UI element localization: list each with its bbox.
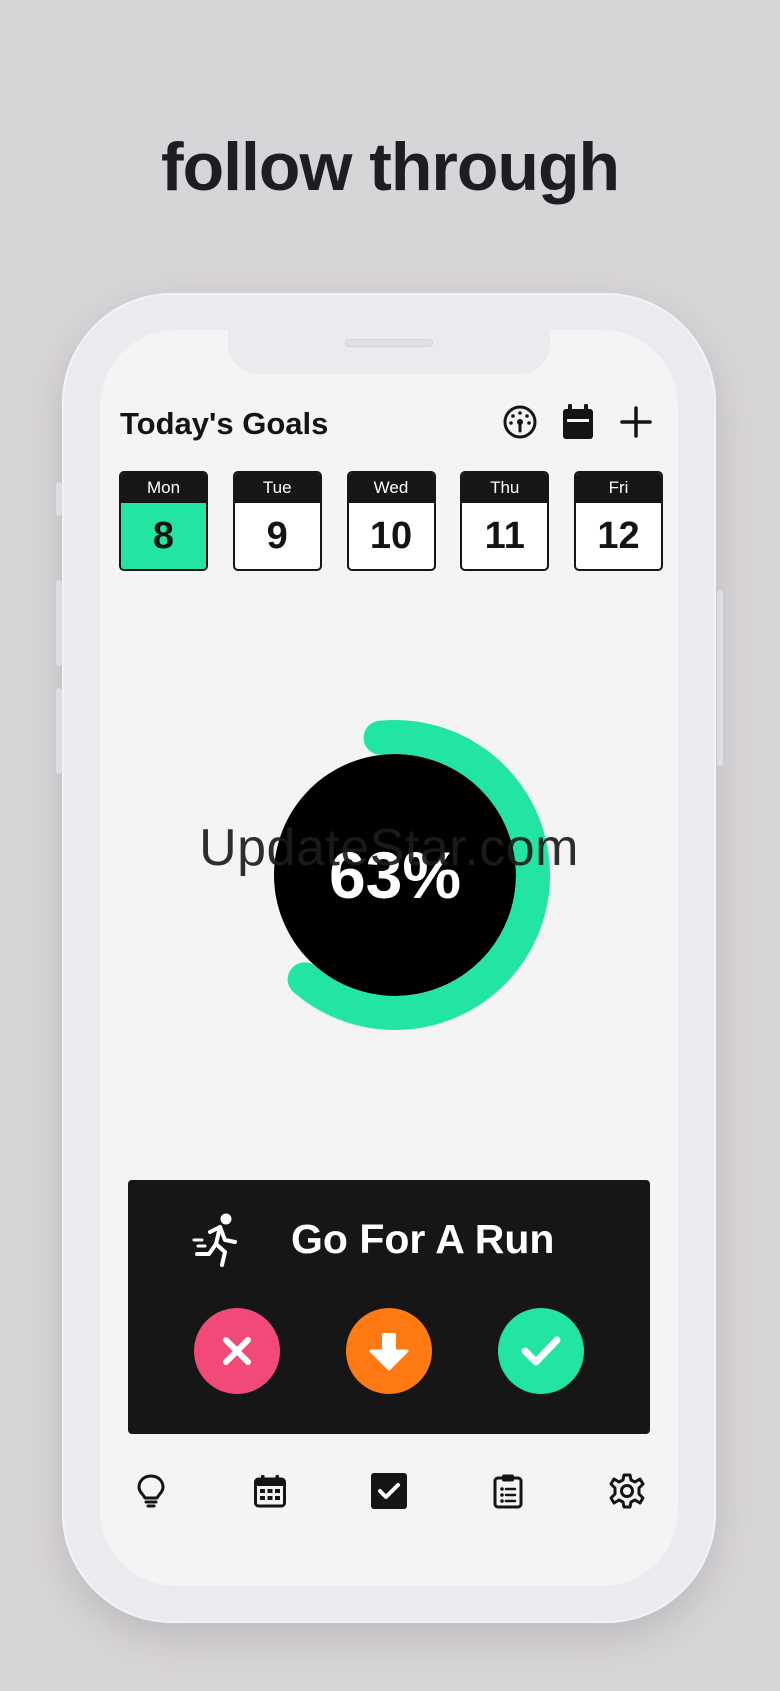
day-wed[interactable]: Wed 10 <box>346 471 436 571</box>
phone-power-button <box>717 590 723 766</box>
tab-goals[interactable] <box>365 1467 413 1515</box>
tab-calendar[interactable] <box>246 1467 294 1515</box>
goal-header: Go For A Run <box>128 1208 650 1268</box>
headline: follow through <box>160 129 620 205</box>
page-title: Today's Goals <box>120 406 329 441</box>
day-number: 8 <box>121 503 206 569</box>
day-name: Mon <box>121 473 206 503</box>
speedometer-icon[interactable] <box>500 402 540 442</box>
running-person-icon <box>192 1212 242 1268</box>
goal-card[interactable]: Go For A Run <box>128 1180 650 1434</box>
tab-ideas[interactable] <box>127 1467 175 1515</box>
day-number: 9 <box>266 515 288 557</box>
watermark-text: UpdateStar.com <box>199 819 579 877</box>
clipboard-list-icon <box>493 1474 523 1509</box>
day-tue[interactable]: Tue 9 <box>232 471 322 571</box>
day-number: 12 <box>597 515 640 557</box>
complete-button[interactable] <box>498 1308 584 1394</box>
day-name: Thu <box>462 473 548 503</box>
checkbox-icon <box>371 1473 407 1509</box>
postpone-button[interactable] <box>346 1308 432 1394</box>
tab-lists[interactable] <box>484 1467 532 1515</box>
phone-speaker <box>345 339 433 347</box>
goal-title: Go For A Run <box>291 1216 555 1262</box>
header-actions <box>500 402 656 442</box>
bottom-tab-bar <box>100 1461 678 1521</box>
arrow-down-icon <box>369 1333 409 1371</box>
day-thu[interactable]: Thu 11 <box>460 471 550 571</box>
day-fri[interactable]: Fri 12 <box>574 471 663 571</box>
check-icon <box>521 1336 561 1366</box>
day-name: Tue <box>234 473 320 503</box>
close-icon <box>223 1337 251 1365</box>
calendar-grid-icon <box>254 1475 286 1508</box>
day-mon[interactable]: Mon 8 <box>119 471 208 571</box>
week-day-selector: Mon 8 Tue 9 Wed 10 Thu 11 Fri 12 <box>119 471 663 571</box>
day-name: Fri <box>576 473 661 503</box>
lightbulb-icon <box>137 1474 165 1508</box>
day-number: 10 <box>369 515 413 557</box>
skip-button[interactable] <box>194 1308 280 1394</box>
plus-icon[interactable] <box>616 402 656 442</box>
day-name: Wed <box>348 473 434 503</box>
phone-screen: Today's Goals Mon 8 Tue 9 Wed 10 Thu 11 … <box>100 330 678 1586</box>
calendar-icon[interactable] <box>558 402 598 442</box>
gear-icon <box>609 1473 645 1509</box>
day-number: 11 <box>484 515 525 557</box>
phone-notch <box>228 330 550 374</box>
app-store-screenshot: { "headline": "follow through", "header"… <box>0 0 780 1691</box>
tab-settings[interactable] <box>603 1467 651 1515</box>
